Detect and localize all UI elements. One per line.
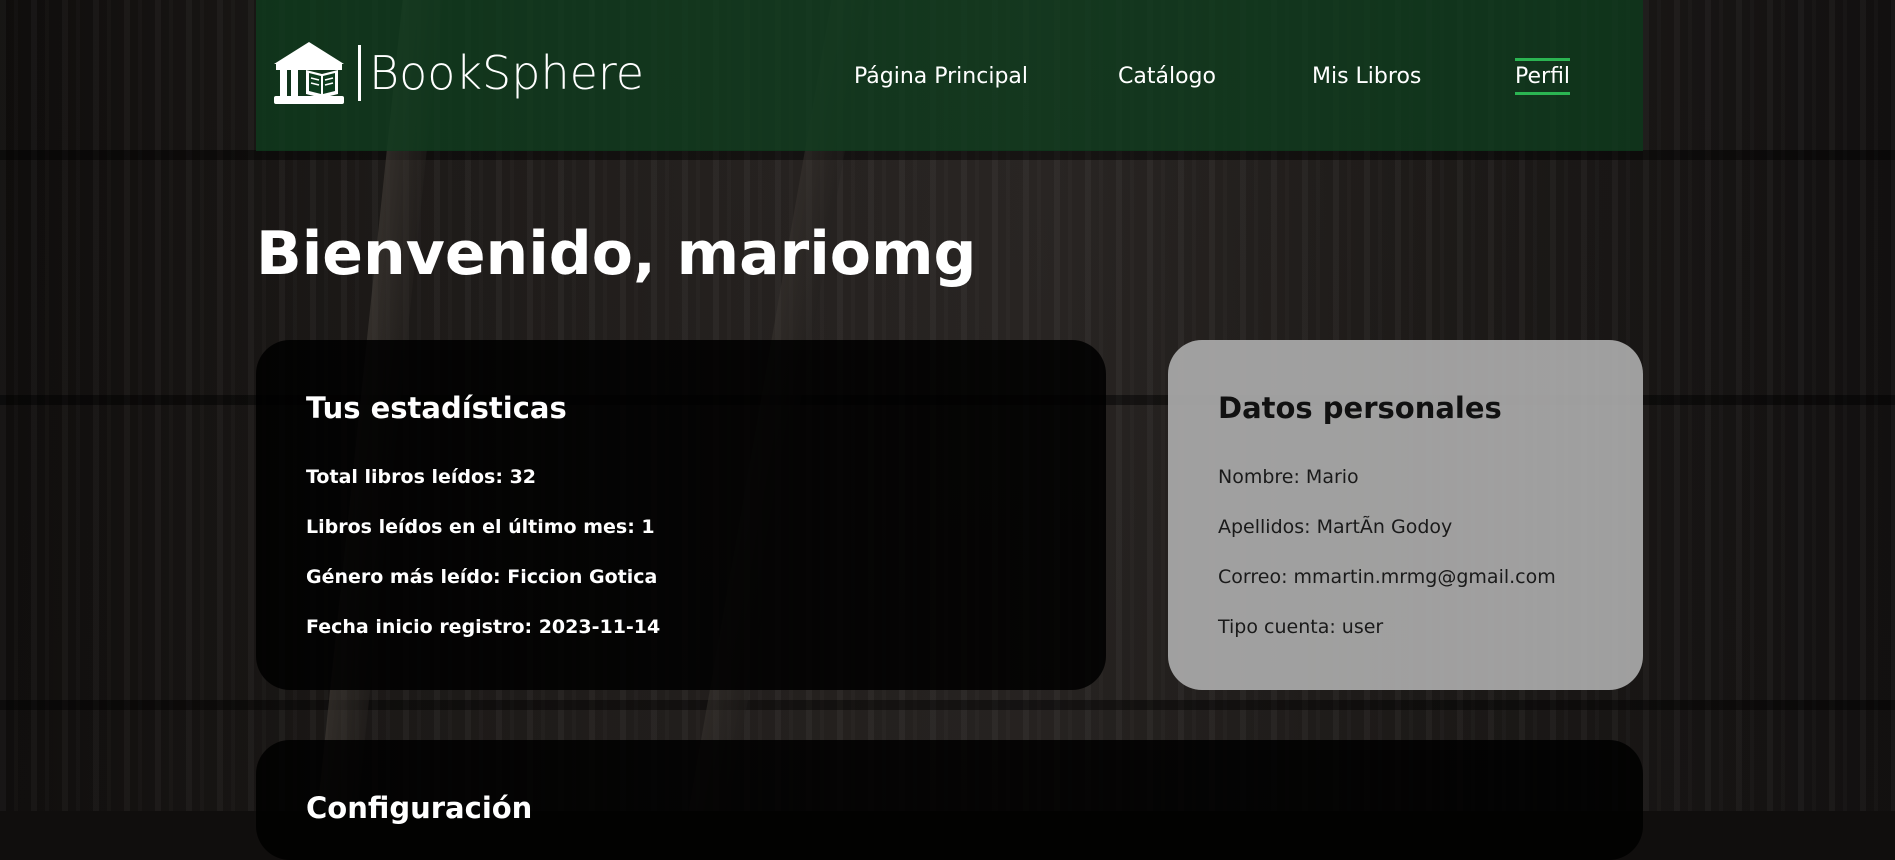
- personal-data-card: Datos personales Nombre: Mario Apellidos…: [1168, 340, 1643, 690]
- stat-register-date: Fecha inicio registro: 2023-11-14: [306, 616, 661, 638]
- config-card: Configuración: [256, 740, 1643, 860]
- personal-first-name: Nombre: Mario: [1218, 466, 1359, 488]
- nav-item-mis-libros[interactable]: Mis Libros: [1312, 62, 1421, 92]
- personal-account-type: Tipo cuenta: user: [1218, 616, 1384, 638]
- stat-top-genre: Género más leído: Ficcion Gotica: [306, 566, 658, 588]
- nav-item-perfil[interactable]: Perfil: [1515, 58, 1571, 95]
- personal-email: Correo: mmartin.mrmg@gmail.com: [1218, 566, 1556, 588]
- config-title: Configuración: [306, 791, 533, 825]
- nav-item-catalogo[interactable]: Catálogo: [1118, 62, 1216, 92]
- site-header: BookSphere Página Principal Catálogo Mis…: [256, 0, 1643, 151]
- personal-title: Datos personales: [1218, 391, 1502, 425]
- main-nav: Página Principal Catálogo Mis Libros Per…: [256, 58, 1643, 95]
- personal-last-name: Apellidos: MartÃn Godoy: [1218, 516, 1453, 538]
- shelf-line: [0, 150, 1895, 160]
- page-title: Bienvenido, mariomg: [256, 219, 977, 289]
- stat-total-read: Total libros leídos: 32: [306, 466, 537, 488]
- nav-item-pagina-principal[interactable]: Página Principal: [854, 62, 1028, 92]
- stats-title: Tus estadísticas: [306, 391, 567, 425]
- stat-read-last-month: Libros leídos en el último mes: 1: [306, 516, 655, 538]
- shelf-line: [0, 700, 1895, 710]
- stats-card: Tus estadísticas Total libros leídos: 32…: [256, 340, 1106, 690]
